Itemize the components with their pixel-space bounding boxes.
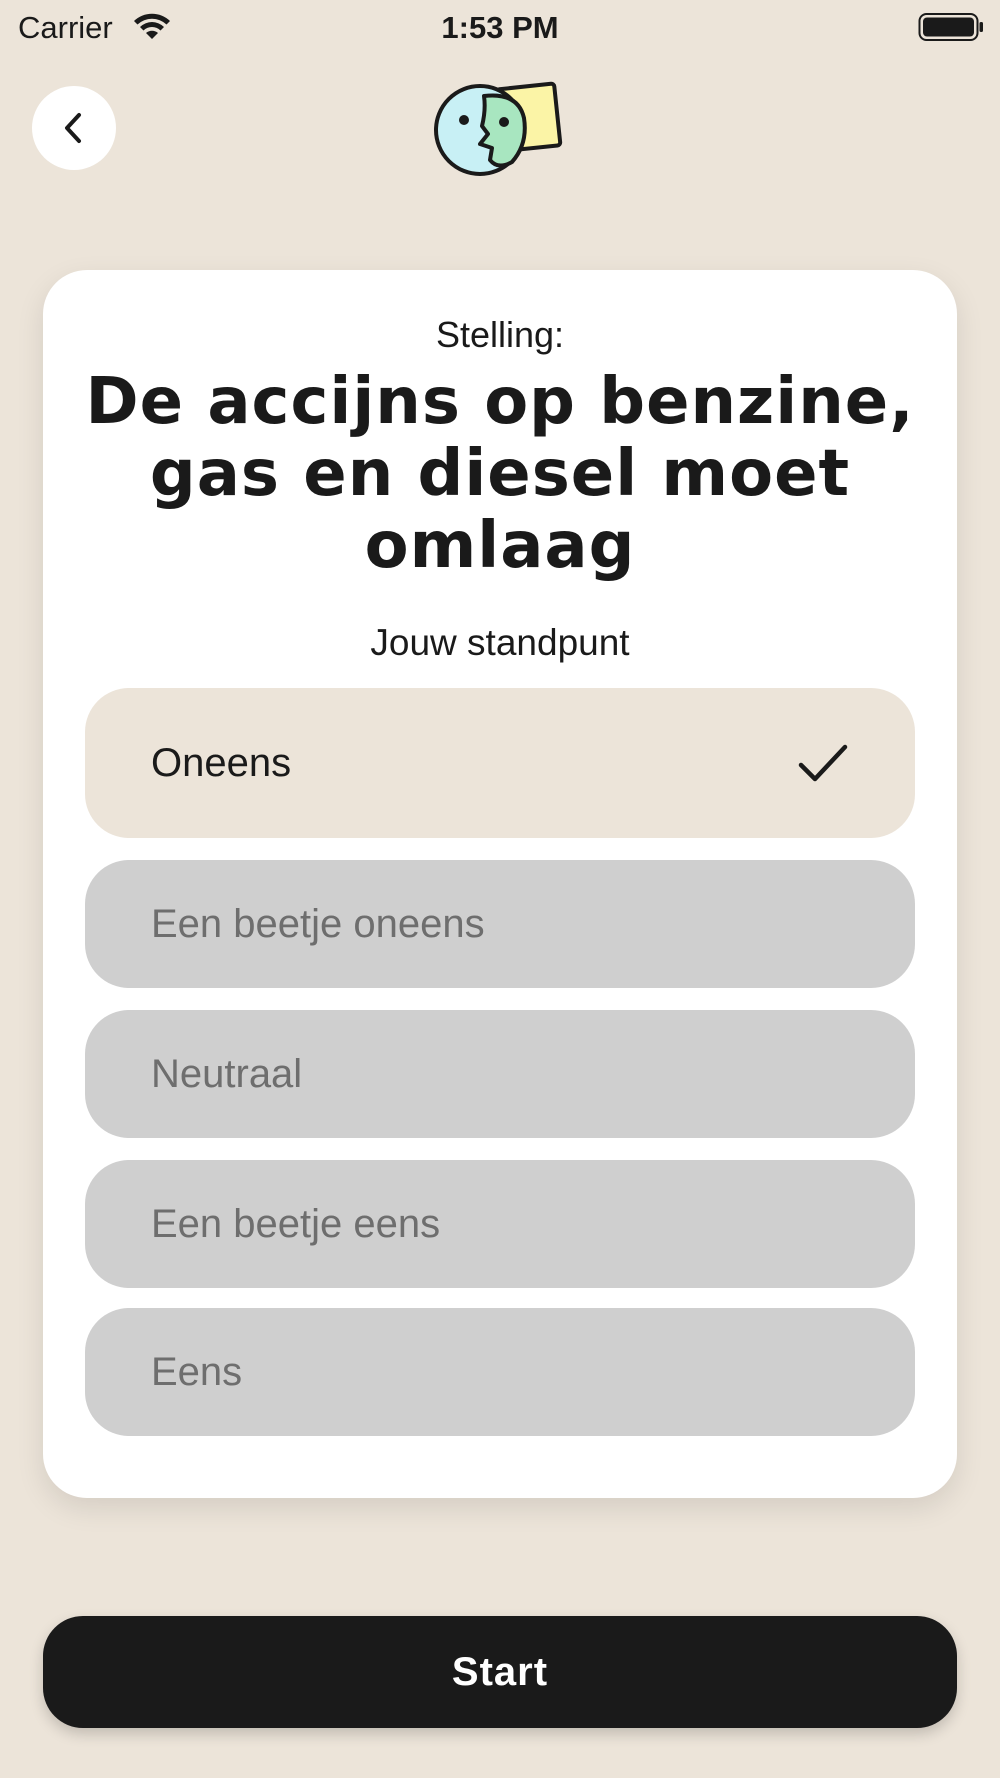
option-een-beetje-oneens[interactable]: Een beetje oneens [85, 860, 915, 988]
option-label: Een beetje oneens [151, 901, 485, 946]
option-label: Oneens [151, 740, 292, 785]
clock: 1:53 PM [441, 10, 559, 45]
checkmark-icon [798, 744, 848, 782]
option-eens[interactable]: Eens [85, 1308, 915, 1436]
battery-icon [918, 13, 983, 41]
option-een-beetje-eens[interactable]: Een beetje eens [85, 1160, 915, 1288]
chevron-left-icon [65, 113, 81, 143]
option-oneens[interactable]: Oneens [85, 688, 915, 838]
stelling-label: Stelling: [435, 314, 565, 355]
option-neutraal[interactable]: Neutraal [85, 1010, 915, 1138]
standpunt-label: Jouw standpunt [370, 622, 630, 663]
statement-card: Stelling: De accijns op benzine, gas en … [43, 270, 957, 1498]
statement-title: De accijns op benzine, gas en diesel moe… [85, 365, 915, 583]
option-label: Eens [151, 1349, 243, 1394]
option-label: Neutraal [151, 1051, 303, 1096]
status-bar: Carrier 1:53 PM [0, 0, 1000, 56]
app-logo-icon [434, 81, 563, 176]
back-button[interactable] [32, 86, 116, 170]
start-button[interactable]: Start [43, 1616, 957, 1728]
option-label: Een beetje eens [151, 1201, 441, 1246]
